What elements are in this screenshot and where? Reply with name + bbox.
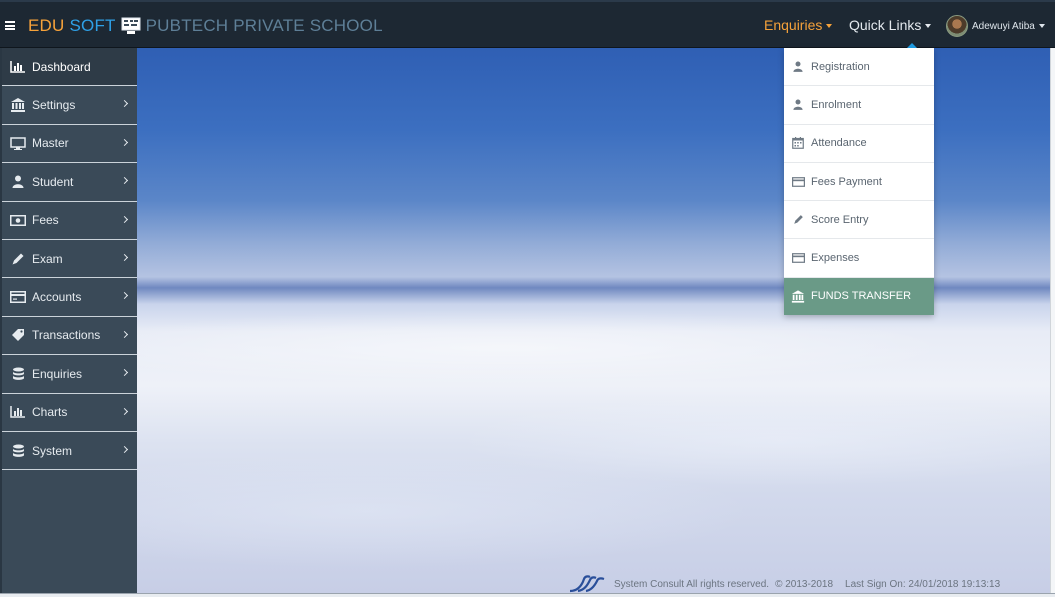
quick-link-enrolment[interactable]: Enrolment: [784, 86, 934, 125]
quick-link-label: Enrolment: [811, 98, 862, 111]
money-icon: [10, 213, 26, 227]
quick-link-label: Expenses: [811, 252, 860, 265]
user-icon: [791, 61, 805, 73]
caret-down-icon: [1038, 24, 1045, 28]
quick-link-label: Attendance: [811, 137, 867, 150]
top-navbar: EDU SOFT PUBTECH PRIVATE SCHOOL Enquirie…: [0, 0, 1055, 48]
brand-soft: SOFT: [69, 16, 116, 35]
chevron-right-icon: [120, 330, 129, 338]
school-logo-icon: [121, 17, 141, 35]
user-menu[interactable]: Adewuyi Atiba: [946, 14, 1045, 38]
footer-company: System Consult All rights reserved.: [614, 578, 770, 590]
sidebar-item-transactions[interactable]: Transactions: [2, 317, 137, 356]
sidebar-item-enquiries[interactable]: Enquiries: [2, 355, 137, 394]
sidebar-item-label: Transactions: [32, 328, 101, 343]
quick-link-label: Fees Payment: [811, 175, 882, 188]
sidebar-item-dashboard[interactable]: Dashboard: [2, 48, 137, 87]
user-name: Adewuyi Atiba: [972, 20, 1035, 32]
quick-link-label: Score Entry: [811, 213, 869, 226]
sidebar-item-label: Fees: [32, 213, 59, 228]
footer-last-sign-on: Last Sign On: 24/01/2018 19:13:13: [845, 578, 1001, 590]
chevron-right-icon: [120, 253, 129, 261]
sidebar-item-system[interactable]: System: [2, 432, 137, 471]
quick-link-label: FUNDS TRANSFER: [811, 290, 912, 303]
sidebar-item-fees[interactable]: Fees: [2, 202, 137, 240]
bar-chart-icon: [10, 60, 26, 74]
caret-down-icon: [826, 24, 833, 29]
database-icon: [10, 367, 26, 381]
credit-card-icon: [10, 290, 26, 304]
quick-links-menu: Registration Enrolment Attendance Fees P…: [784, 43, 934, 315]
sidebar-item-charts[interactable]: Charts: [2, 394, 137, 432]
nav-enquiries-label: Enquiries: [764, 17, 823, 33]
company-logo-icon: [568, 575, 608, 593]
quick-link-label: Registration: [811, 60, 870, 73]
credit-card-icon: [791, 176, 805, 188]
sidebar: Dashboard Settings Master Student Fees E…: [0, 48, 137, 593]
pencil-icon: [791, 214, 805, 226]
bank-icon: [791, 290, 805, 303]
quick-link-funds-transfer[interactable]: FUNDS TRANSFER: [784, 277, 934, 315]
sidebar-item-settings[interactable]: Settings: [2, 86, 137, 125]
user-icon: [10, 175, 26, 189]
chevron-right-icon: [120, 369, 129, 377]
window-bottom-edge: [0, 593, 1055, 597]
tag-icon: [10, 328, 26, 342]
chevron-right-icon: [120, 177, 129, 185]
sidebar-item-label: Master: [32, 136, 69, 151]
sidebar-item-label: Enquiries: [32, 366, 83, 381]
nav-quick-links-dropdown[interactable]: Quick Links: [849, 17, 932, 33]
chevron-right-icon: [120, 407, 129, 415]
monitor-icon: [10, 136, 26, 150]
user-icon: [791, 99, 805, 111]
sidebar-item-label: Student: [32, 174, 74, 189]
bank-icon: [10, 98, 26, 113]
sidebar-item-label: Exam: [32, 251, 63, 266]
footer: System Consult All rights reserved. © 20…: [568, 575, 1006, 593]
brand[interactable]: EDU SOFT PUBTECH PRIVATE SCHOOL: [28, 16, 383, 36]
sidebar-item-student[interactable]: Student: [2, 163, 137, 202]
caret-down-icon: [925, 24, 932, 29]
sidebar-item-label: Dashboard: [32, 59, 91, 74]
nav-quick-links-label: Quick Links: [849, 17, 922, 33]
sidebar-item-label: System: [32, 443, 73, 458]
quick-link-score-entry[interactable]: Score Entry: [784, 201, 934, 240]
footer-copyright: © 2013-2018: [775, 578, 834, 590]
pencil-icon: [10, 252, 26, 266]
school-name: PUBTECH PRIVATE SCHOOL: [145, 16, 383, 35]
menu-toggle-icon[interactable]: [5, 21, 15, 30]
avatar: [946, 15, 968, 37]
sidebar-item-label: Accounts: [32, 290, 82, 305]
quick-link-attendance[interactable]: Attendance: [784, 125, 934, 163]
chevron-right-icon: [120, 215, 129, 223]
chevron-right-icon: [120, 445, 129, 453]
credit-card-icon: [791, 252, 805, 264]
sidebar-item-exam[interactable]: Exam: [2, 240, 137, 279]
window-edge: [1050, 48, 1055, 593]
calendar-icon: [791, 137, 805, 150]
quick-link-registration[interactable]: Registration: [784, 48, 934, 87]
sidebar-item-label: Settings: [32, 98, 76, 113]
quick-link-fees-payment[interactable]: Fees Payment: [784, 163, 934, 202]
bar-chart-icon: [10, 405, 26, 419]
quick-link-expenses[interactable]: Expenses: [784, 239, 934, 278]
chevron-right-icon: [120, 138, 129, 146]
sidebar-item-master[interactable]: Master: [2, 125, 137, 164]
brand-edu: EDU: [28, 16, 65, 35]
chevron-right-icon: [120, 100, 129, 108]
sidebar-item-label: Charts: [32, 405, 68, 420]
nav-enquiries-dropdown[interactable]: Enquiries: [764, 17, 833, 33]
chevron-right-icon: [120, 292, 129, 300]
database-icon: [10, 444, 26, 458]
sidebar-item-accounts[interactable]: Accounts: [2, 278, 137, 317]
